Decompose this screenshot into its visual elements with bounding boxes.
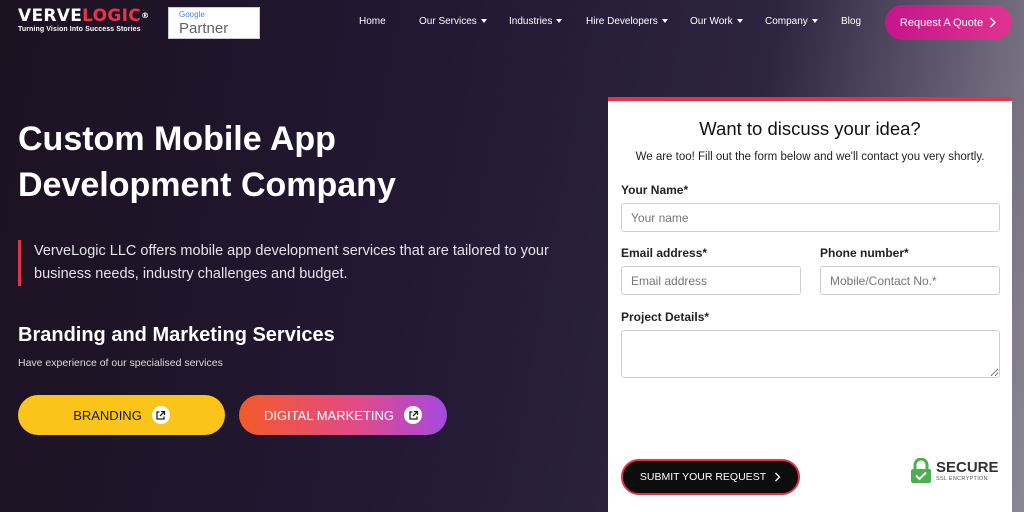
logo-text-verve: VERVE <box>18 6 83 26</box>
caret-down-icon <box>661 19 668 24</box>
nav-item-label: Our Services <box>419 16 477 27</box>
ssl-secure-badge: SECURE SSL ENCRYPTION <box>910 458 999 484</box>
nav-item-industries[interactable]: Industries <box>509 16 563 27</box>
google-partner-google-text: Google <box>179 10 205 19</box>
caret-down-icon <box>811 19 818 24</box>
branding-button-label: BRANDING <box>73 407 142 423</box>
nav-item-label: Hire Developers <box>586 16 658 27</box>
phone-label: Phone number* <box>820 246 909 260</box>
external-link-icon <box>404 406 422 424</box>
nav-item-label: Our Work <box>690 16 733 27</box>
nav-item-our-work[interactable]: Our Work <box>690 16 743 27</box>
name-input[interactable] <box>621 203 1000 232</box>
section-subtitle: Branding and Marketing Services <box>18 324 335 346</box>
phone-input[interactable] <box>820 266 1000 295</box>
submit-request-label: SUBMIT YOUR REQUEST <box>639 471 767 483</box>
name-label: Your Name* <box>621 183 689 197</box>
nav-item-home[interactable]: Home <box>359 16 386 27</box>
nav-item-hire-developers[interactable]: Hire Developers <box>586 16 668 27</box>
nav-item-blog[interactable]: Blog <box>841 16 861 27</box>
secure-label: SECURE <box>936 459 999 476</box>
site-logo[interactable]: VERVELOGIC® Turning Vision Into Success … <box>18 6 149 33</box>
page-title-line1: Custom Mobile App <box>18 120 336 158</box>
nav-item-label: Home <box>359 16 386 27</box>
ssl-encryption-label: SSL ENCRYPTION <box>936 476 988 482</box>
site-header: VERVELOGIC® Turning Vision Into Success … <box>0 0 1024 46</box>
form-title: Want to discuss your idea? <box>699 118 921 139</box>
external-link-icon <box>151 406 170 424</box>
nav-item-label: Blog <box>841 16 862 27</box>
padlock-icon <box>911 458 931 483</box>
digital-marketing-button[interactable]: DIGITAL MARKETING <box>239 395 447 435</box>
hero-description: VerveLogic LLC offers mobile app develop… <box>18 240 598 286</box>
project-details-label: Project Details* <box>621 310 710 324</box>
submit-request-button[interactable]: SUBMIT YOUR REQUEST <box>621 459 800 495</box>
caret-down-icon <box>736 19 743 24</box>
chevron-right-icon <box>775 472 781 482</box>
digital-marketing-button-label: DIGITAL MARKETING <box>263 407 394 423</box>
registered-mark: ® <box>141 11 150 20</box>
nav-item-label: Company <box>765 16 808 27</box>
logo-text-logic: LOGIC <box>82 6 142 26</box>
branding-button[interactable]: BRANDING <box>18 395 225 435</box>
nav-item-company[interactable]: Company <box>765 16 818 27</box>
request-quote-label: Request A Quote <box>899 16 984 29</box>
email-input[interactable] <box>621 266 801 295</box>
page-title-line2: Development Company <box>18 166 396 204</box>
project-details-textarea[interactable] <box>621 330 1000 378</box>
page-title: Custom Mobile App Development Company <box>18 116 578 208</box>
google-partner-badge: Google Partner <box>168 7 260 39</box>
caret-down-icon <box>556 19 563 24</box>
google-partner-label: Partner <box>179 20 229 37</box>
chevron-right-icon <box>990 17 997 28</box>
nav-item-our-services[interactable]: Our Services <box>419 16 487 27</box>
form-subtitle: We are too! Fill out the form below and … <box>635 151 985 163</box>
logo-tagline: Turning Vision Into Success Stories <box>18 26 141 33</box>
contact-form-card: Want to discuss your idea? We are too! F… <box>608 97 1012 512</box>
section-note: Have experience of our specialised servi… <box>18 357 223 369</box>
caret-down-icon <box>480 19 487 24</box>
email-label: Email address* <box>621 246 708 260</box>
request-quote-button[interactable]: Request A Quote <box>885 5 1012 40</box>
nav-item-label: Industries <box>509 16 553 27</box>
